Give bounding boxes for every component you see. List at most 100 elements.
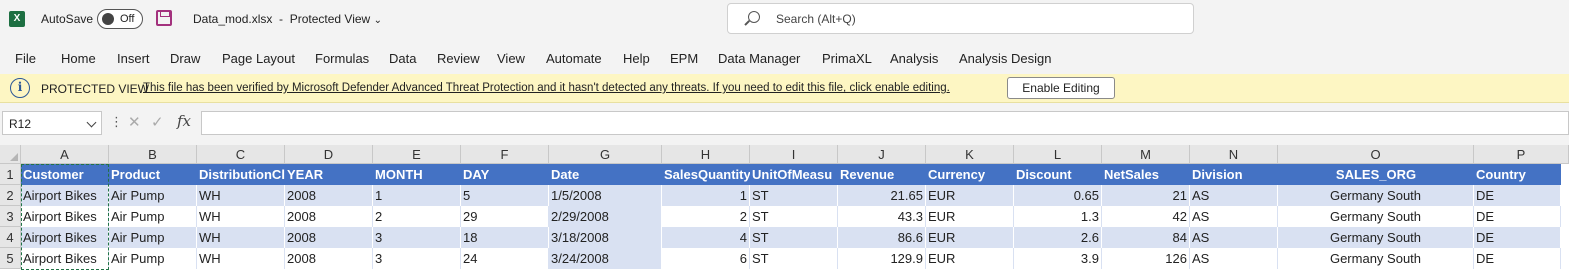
row-header-5[interactable]: 5 xyxy=(0,248,21,269)
header-cell[interactable]: Discount xyxy=(1014,164,1102,185)
table-cell[interactable]: Air Pump xyxy=(109,227,197,248)
table-cell[interactable]: Airport Bikes xyxy=(21,206,109,227)
table-cell[interactable]: 21 xyxy=(1102,185,1190,206)
table-cell[interactable]: Germany South xyxy=(1278,206,1474,227)
tab-page-layout[interactable]: Page Layout xyxy=(222,51,295,66)
row-header-3[interactable]: 3 xyxy=(0,206,21,227)
tab-epm[interactable]: EPM xyxy=(670,51,698,66)
confirm-icon[interactable]: ✓ xyxy=(151,113,164,131)
column-header-j[interactable]: J xyxy=(838,145,926,164)
column-header-a[interactable]: A xyxy=(21,145,109,164)
column-header-h[interactable]: H xyxy=(662,145,750,164)
enable-editing-button[interactable]: Enable Editing xyxy=(1007,77,1115,99)
table-cell[interactable]: 18 xyxy=(461,227,549,248)
table-cell[interactable]: 2008 xyxy=(285,227,373,248)
table-cell[interactable]: Airport Bikes xyxy=(21,248,109,269)
table-cell[interactable]: AS xyxy=(1190,206,1278,227)
header-cell[interactable]: Product xyxy=(109,164,197,185)
table-cell[interactable]: WH xyxy=(197,227,285,248)
header-cell[interactable]: Division xyxy=(1190,164,1278,185)
header-cell[interactable]: NetSales xyxy=(1102,164,1190,185)
tab-help[interactable]: Help xyxy=(623,51,650,66)
table-cell[interactable]: 2008 xyxy=(285,248,373,269)
header-cell[interactable]: DistributionCl xyxy=(197,164,285,185)
tab-analysis-design[interactable]: Analysis Design xyxy=(959,51,1052,66)
column-header-e[interactable]: E xyxy=(373,145,461,164)
table-cell[interactable]: ST xyxy=(750,185,838,206)
table-cell[interactable]: 2.6 xyxy=(1014,227,1102,248)
header-cell[interactable]: YEAR xyxy=(285,164,373,185)
row-header-2[interactable]: 2 xyxy=(0,185,21,206)
table-cell[interactable]: Air Pump xyxy=(109,248,197,269)
header-cell[interactable]: UnitOfMeasu xyxy=(750,164,838,185)
table-cell[interactable]: 2 xyxy=(662,206,750,227)
table-cell[interactable]: 6 xyxy=(662,248,750,269)
column-header-l[interactable]: L xyxy=(1014,145,1102,164)
formula-input[interactable] xyxy=(201,111,1569,135)
tab-review[interactable]: Review xyxy=(437,51,480,66)
table-cell[interactable]: 3 xyxy=(373,227,461,248)
column-header-d[interactable]: D xyxy=(285,145,373,164)
table-cell[interactable]: AS xyxy=(1190,227,1278,248)
table-cell[interactable]: 29 xyxy=(461,206,549,227)
tab-view[interactable]: View xyxy=(497,51,525,66)
tab-automate[interactable]: Automate xyxy=(546,51,602,66)
tab-formulas[interactable]: Formulas xyxy=(315,51,369,66)
tab-home[interactable]: Home xyxy=(61,51,96,66)
row-header-4[interactable]: 4 xyxy=(0,227,21,248)
header-cell[interactable]: Country xyxy=(1474,164,1561,185)
tab-file[interactable]: File xyxy=(15,51,36,66)
table-cell[interactable]: 3/18/2008 xyxy=(549,227,662,248)
table-cell[interactable]: 1/5/2008 xyxy=(549,185,662,206)
column-header-p[interactable]: P xyxy=(1474,145,1569,164)
column-header-b[interactable]: B xyxy=(109,145,197,164)
table-cell[interactable]: 84 xyxy=(1102,227,1190,248)
table-cell[interactable]: EUR xyxy=(926,185,1014,206)
table-cell[interactable]: 3 xyxy=(373,248,461,269)
table-cell[interactable]: WH xyxy=(197,185,285,206)
table-cell[interactable]: EUR xyxy=(926,248,1014,269)
table-cell[interactable]: Germany South xyxy=(1278,227,1474,248)
table-cell[interactable]: 2/29/2008 xyxy=(549,206,662,227)
column-header-c[interactable]: C xyxy=(197,145,285,164)
save-icon[interactable] xyxy=(156,10,172,26)
table-cell[interactable]: 0.65 xyxy=(1014,185,1102,206)
table-cell[interactable]: ST xyxy=(750,227,838,248)
column-header-n[interactable]: N xyxy=(1190,145,1278,164)
tab-draw[interactable]: Draw xyxy=(170,51,200,66)
table-cell[interactable]: Germany South xyxy=(1278,248,1474,269)
table-cell[interactable]: EUR xyxy=(926,227,1014,248)
table-cell[interactable]: DE xyxy=(1474,227,1561,248)
document-title[interactable]: Data_mod.xlsx - Protected View ⌄ xyxy=(193,12,382,26)
name-box[interactable]: R12 xyxy=(2,111,102,135)
column-header-k[interactable]: K xyxy=(926,145,1014,164)
table-cell[interactable]: 1 xyxy=(662,185,750,206)
table-cell[interactable]: EUR xyxy=(926,206,1014,227)
table-cell[interactable]: 1.3 xyxy=(1014,206,1102,227)
table-cell[interactable]: Air Pump xyxy=(109,206,197,227)
table-cell[interactable]: 2008 xyxy=(285,206,373,227)
cancel-icon[interactable]: ✕ xyxy=(128,113,141,131)
header-cell[interactable]: SALES_ORG xyxy=(1278,164,1474,185)
table-cell[interactable]: 129.9 xyxy=(838,248,926,269)
column-header-f[interactable]: F xyxy=(461,145,549,164)
table-cell[interactable]: DE xyxy=(1474,206,1561,227)
row-header-1[interactable]: 1 xyxy=(0,164,21,185)
tab-insert[interactable]: Insert xyxy=(117,51,150,66)
table-cell[interactable]: ST xyxy=(750,206,838,227)
table-cell[interactable]: Air Pump xyxy=(109,185,197,206)
table-cell[interactable]: 3.9 xyxy=(1014,248,1102,269)
table-cell[interactable]: WH xyxy=(197,206,285,227)
protected-view-message[interactable]: This file has been verified by Microsoft… xyxy=(143,82,950,94)
tab-data[interactable]: Data xyxy=(389,51,416,66)
table-cell[interactable]: 42 xyxy=(1102,206,1190,227)
search-box[interactable]: Search (Alt+Q) xyxy=(727,3,1194,34)
header-cell[interactable]: DAY xyxy=(461,164,549,185)
table-cell[interactable]: 3/24/2008 xyxy=(549,248,662,269)
table-cell[interactable]: 4 xyxy=(662,227,750,248)
table-cell[interactable]: Airport Bikes xyxy=(21,185,109,206)
table-cell[interactable]: Airport Bikes xyxy=(21,227,109,248)
spreadsheet-grid[interactable]: A B C D E F G H I J K L M N O P 1 2 3 4 5 Customer Product Dist… xyxy=(0,145,1569,270)
table-cell[interactable]: 2 xyxy=(373,206,461,227)
table-cell[interactable]: 126 xyxy=(1102,248,1190,269)
